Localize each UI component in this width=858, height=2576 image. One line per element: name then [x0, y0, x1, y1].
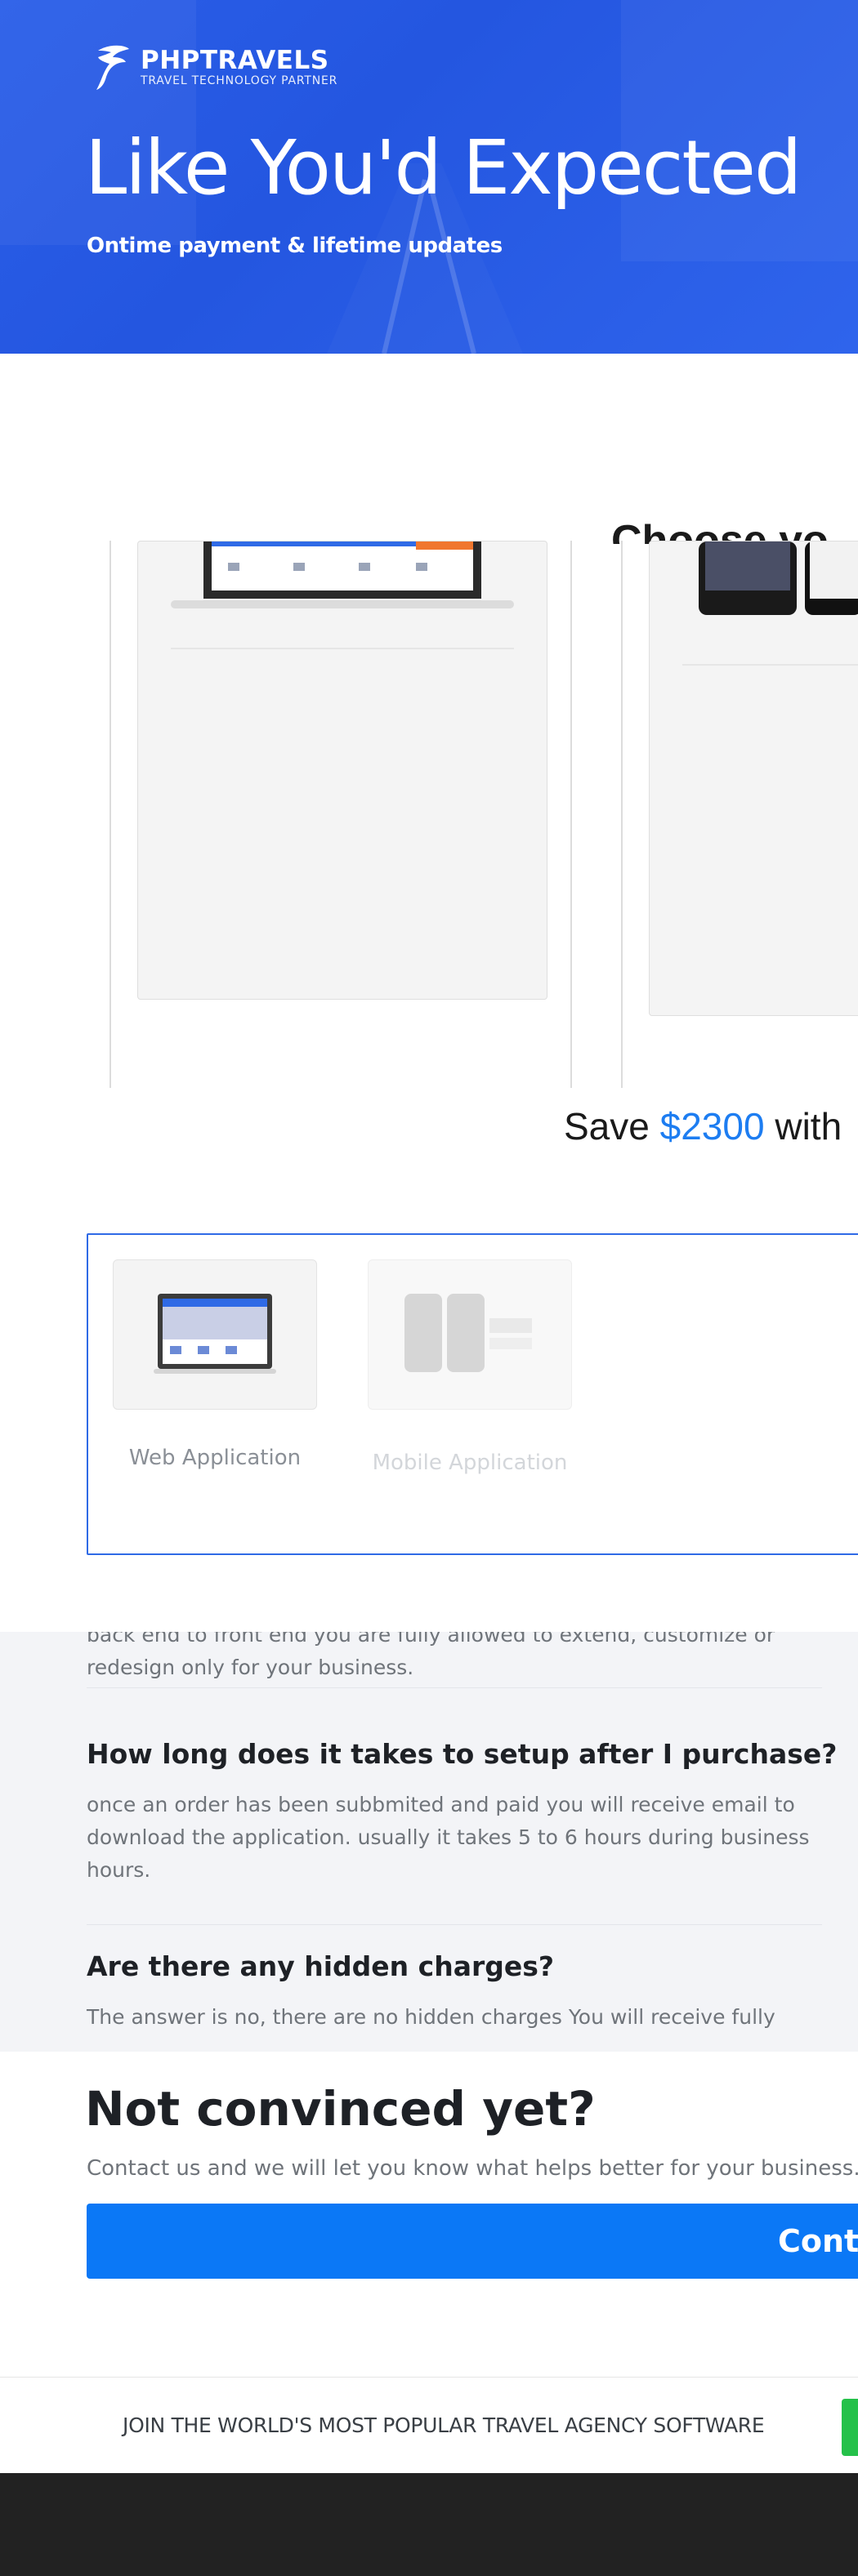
brand-tagline: TRAVEL TECHNOLOGY PARTNER	[141, 74, 338, 87]
mobile-application-option[interactable]: Mobile Application	[368, 1259, 572, 1475]
not-convinced-subtitle: Contact us and we will let you know what…	[87, 2156, 858, 2181]
faq-answer: once an order has been subbmited and pai…	[87, 1793, 810, 1882]
card-divider	[682, 664, 858, 666]
web-application-thumbnail[interactable]	[113, 1259, 317, 1410]
mobile-application-label: Mobile Application	[372, 1451, 568, 1475]
mobile-application-thumbnail[interactable]	[368, 1259, 572, 1410]
not-convinced-title: Not convinced yet?	[85, 2081, 596, 2137]
column-divider	[621, 541, 623, 1088]
laptop-icon	[154, 1294, 276, 1374]
web-application-option[interactable]: Web Application	[113, 1259, 317, 1470]
web-product-card[interactable]	[137, 541, 547, 1000]
column-divider	[109, 541, 111, 1088]
hero-title: Like You'd Expected	[85, 124, 802, 212]
faq-section: back end to front end you are fully allo…	[0, 1632, 858, 2052]
web-application-label: Web Application	[128, 1446, 302, 1470]
card-divider	[171, 648, 514, 649]
savings-suffix: with	[764, 1105, 842, 1148]
savings-prefix: Save	[564, 1105, 660, 1148]
join-bar-text: JOIN THE WORLD'S MOST POPULAR TRAVEL AGE…	[123, 2413, 765, 2437]
column-divider	[570, 541, 572, 1088]
brand-name: PHPTRAVELS	[141, 46, 329, 75]
faq-separator	[87, 1687, 822, 1688]
application-selector: Web Application Mobile Application	[87, 1233, 858, 1555]
savings-amount: $2300	[659, 1105, 765, 1148]
laptop-image	[171, 541, 514, 608]
faq-question[interactable]: Are there any hidden charges?	[87, 1950, 554, 1982]
footer	[0, 2473, 858, 2576]
faq-answer: The answer is no, there are no hidden ch…	[87, 2005, 775, 2029]
mobile-phones-icon	[404, 1294, 532, 1372]
faq-answer-clipped: back end to front end you are fully allo…	[87, 1632, 775, 1679]
faq-question[interactable]: How long does it takes to setup after I …	[87, 1738, 837, 1770]
mobile-product-card[interactable]	[649, 541, 858, 1016]
hero-subtitle: Ontime payment & lifetime updates	[87, 234, 503, 258]
join-bar: JOIN THE WORLD'S MOST POPULAR TRAVEL AGE…	[0, 2377, 858, 2473]
products-title: Choose yo	[611, 517, 829, 544]
savings-callout: Save $2300 with	[564, 1104, 842, 1148]
brand-logo[interactable]: PHPTRAVELS TRAVEL TECHNOLOGY PARTNER	[92, 41, 337, 93]
logo-icon	[96, 45, 129, 90]
phones-image	[699, 541, 858, 615]
contact-button[interactable]: Conta	[87, 2204, 858, 2279]
hero-banner: PHPTRAVELS TRAVEL TECHNOLOGY PARTNER Lik…	[0, 0, 858, 354]
faq-separator	[87, 1924, 822, 1925]
join-button[interactable]	[842, 2399, 858, 2456]
